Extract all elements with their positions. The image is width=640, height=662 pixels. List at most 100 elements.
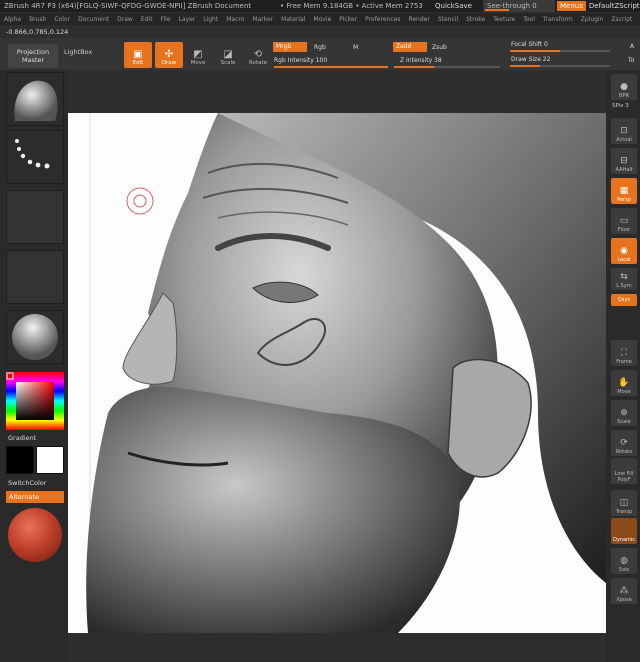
spix-slider[interactable]: SPix 3 — [612, 103, 629, 109]
menu-tool[interactable]: Tool — [523, 16, 535, 23]
see-through-slider[interactable]: See-through 0 — [483, 0, 555, 12]
brush-thumbnail[interactable] — [6, 72, 64, 126]
rgb-intensity-track[interactable] — [274, 66, 388, 68]
persp-button[interactable]: ▦ Persp — [611, 178, 637, 204]
draw-size-track[interactable] — [510, 65, 610, 67]
move-view-button[interactable]: ✋ Move — [611, 370, 637, 396]
rgb-button[interactable]: Rgb — [314, 44, 326, 51]
menu-light[interactable]: Light — [203, 16, 218, 23]
zsub-button[interactable]: Zsub — [432, 44, 447, 51]
sculpt-head-render — [86, 113, 606, 633]
frame-button[interactable]: ⛶ Frame — [611, 340, 637, 366]
texture-thumbnail[interactable] — [6, 250, 64, 304]
material-preview-sphere[interactable] — [8, 508, 62, 562]
z-intensity-fill — [394, 66, 435, 68]
actual-button[interactable]: ⊡ Actual — [611, 118, 637, 144]
solo-button[interactable]: ◍ Solo — [611, 548, 637, 574]
bpr-button[interactable]: ● BPR — [611, 74, 637, 100]
menu-alpha[interactable]: Alpha — [4, 16, 21, 23]
cursor-coordinates: -0.866,0.785,0.124 — [6, 28, 69, 36]
draw-button[interactable]: ✣ Draw — [155, 42, 183, 68]
z-intensity-slider[interactable]: Z Intensity 38 — [400, 57, 442, 64]
scale-button[interactable]: ◪ Scale — [214, 42, 242, 68]
draw-label: Draw — [161, 60, 177, 66]
a-button[interactable]: A — [630, 43, 634, 50]
frame-icon: ⛶ — [620, 348, 628, 358]
rotate-button[interactable]: ⟲ Rotate — [244, 42, 272, 68]
dynamic-button[interactable]: Dynamic — [611, 518, 637, 544]
lightbox-button[interactable]: LightBox — [64, 48, 92, 56]
menus-button[interactable]: Menus — [557, 1, 586, 11]
line-fill-button[interactable]: Line Fill PolyF — [611, 458, 637, 484]
aahalf-icon: ⊟ — [620, 156, 628, 166]
edit-button[interactable]: ▣ Edit — [124, 42, 152, 68]
focal-shift-fill — [510, 50, 560, 52]
transp-button[interactable]: ◫ Transp — [611, 490, 637, 516]
brush-preview-icon — [14, 80, 58, 121]
menu-preferences[interactable]: Preferences — [365, 16, 400, 23]
rotate-view-button[interactable]: ⟳ Rotate — [611, 430, 637, 456]
lsym-icon: ⇆ — [620, 272, 628, 282]
menu-file[interactable]: File — [160, 16, 170, 23]
alpha-thumbnail[interactable] — [6, 190, 64, 244]
menu-color[interactable]: Color — [54, 16, 70, 23]
actual-icon: ⊡ — [620, 126, 628, 136]
material-thumbnail[interactable] — [6, 310, 64, 364]
projection-master-button[interactable]: Projection Master — [8, 44, 58, 68]
move-label: Move — [190, 60, 206, 66]
document-canvas[interactable] — [68, 113, 606, 633]
scale-view-button[interactable]: ⊕ Scale — [611, 400, 637, 426]
solo-label: Solo — [618, 567, 630, 573]
draw-size-slider[interactable]: Draw Size 22 — [511, 56, 550, 63]
zadd-button[interactable]: Zadd — [393, 42, 427, 52]
switch-color-button[interactable]: SwitchColor — [8, 479, 46, 487]
mrgb-button[interactable]: Mrgb — [273, 42, 307, 52]
quicksave-button[interactable]: QuickSave — [435, 2, 483, 10]
focal-shift-track[interactable] — [510, 50, 610, 52]
menu-zscript[interactable]: Zscript — [611, 16, 632, 23]
color-picker[interactable] — [6, 372, 64, 430]
menu-draw[interactable]: Draw — [117, 16, 133, 23]
menu-brush[interactable]: Brush — [29, 16, 46, 23]
menu-stroke[interactable]: Stroke — [466, 16, 485, 23]
local-button[interactable]: ◉ Local — [611, 238, 637, 264]
xpose-button[interactable]: ⁂ Xpose — [611, 578, 637, 604]
persp-icon: ▦ — [619, 186, 629, 196]
menu-layer[interactable]: Layer — [179, 16, 196, 23]
move-view-label: Move — [617, 389, 631, 395]
draw-size-fill — [510, 65, 540, 67]
stroke-thumbnail[interactable] — [6, 130, 64, 184]
aahalf-button[interactable]: ⊟ AAHalf — [611, 148, 637, 174]
hand-icon: ✋ — [618, 378, 630, 388]
lsym-button[interactable]: ⇆ L.Sym — [611, 268, 637, 290]
menu-picker[interactable]: Picker — [339, 16, 357, 23]
menu-transform[interactable]: Transform — [543, 16, 573, 23]
m-button[interactable]: M — [353, 44, 358, 51]
to-button[interactable]: To — [628, 57, 634, 64]
menu-zplugin[interactable]: Zplugin — [581, 16, 604, 23]
menu-movie[interactable]: Movie — [314, 16, 332, 23]
scale-label: Scale — [220, 60, 236, 66]
floor-button[interactable]: ▭ Floor — [611, 208, 637, 234]
gradient-label[interactable]: Gradient — [8, 434, 36, 442]
menu-marker[interactable]: Marker — [252, 16, 273, 23]
move-button[interactable]: ◩ Move — [184, 42, 212, 68]
focal-shift-slider[interactable]: Focal Shift 0 — [511, 41, 548, 48]
menu-texture[interactable]: Texture — [493, 16, 515, 23]
main-color-swatch[interactable] — [36, 446, 64, 474]
xyz-button[interactable]: Qxyz — [611, 294, 637, 306]
alternate-button[interactable]: Alternate — [6, 491, 64, 503]
menu-document[interactable]: Document — [78, 16, 109, 23]
rgb-intensity-slider[interactable]: Rgb Intensity 100 — [274, 57, 327, 64]
floor-icon: ▭ — [619, 216, 629, 226]
menu-material[interactable]: Material — [281, 16, 305, 23]
menu-stencil[interactable]: Stencil — [438, 16, 458, 23]
menu-macro[interactable]: Macro — [226, 16, 244, 23]
menu-render[interactable]: Render — [408, 16, 429, 23]
z-intensity-track[interactable] — [394, 66, 500, 68]
edit-label: Edit — [132, 60, 144, 66]
default-zscript-button[interactable]: DefaultZScript — [589, 2, 640, 10]
menu-edit[interactable]: Edit — [141, 16, 153, 23]
persp-label: Persp — [617, 197, 631, 203]
secondary-color-swatch[interactable] — [6, 446, 34, 474]
